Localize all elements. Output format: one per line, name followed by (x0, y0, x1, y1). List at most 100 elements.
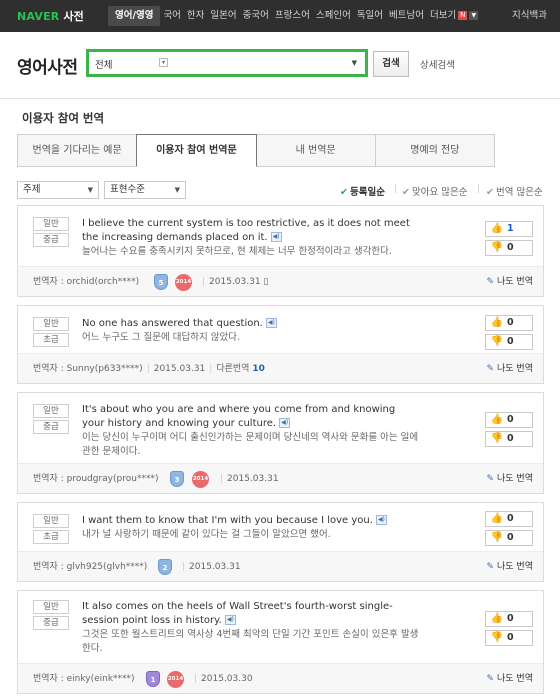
me-too-label: 나도 번역 (497, 474, 533, 484)
autocomplete-toggle-icon[interactable]: ▼ (352, 59, 357, 67)
thumbs-down-button[interactable]: 👎 0 (485, 530, 533, 546)
english-sentence[interactable]: I want them to know that I'm with you be… (82, 514, 417, 528)
nav-item-french[interactable]: 프랑스어 (272, 6, 313, 26)
search-input[interactable] (177, 55, 337, 71)
tab-user-translations[interactable]: 이용자 참여 번역문 (136, 134, 257, 167)
entry-footer: 번역자 : proudgray(prou****) 3 2014 | 2015.0… (18, 463, 543, 493)
search-button[interactable]: 검색 (373, 51, 409, 77)
speaker-icon[interactable]: ◀) (265, 318, 277, 328)
thumbs-up-button[interactable]: 👍 0 (485, 611, 533, 627)
thumbs-up-count: 0 (507, 513, 514, 524)
sort-by-date[interactable]: ✔ 등록일순 (340, 184, 385, 198)
me-too-label: 나도 번역 (497, 364, 533, 374)
translator-id[interactable]: proudgray(prou****) (67, 474, 159, 484)
thumbs-up-button[interactable]: 👍 0 (485, 315, 533, 331)
nav-item-spanish[interactable]: 스페인어 (313, 6, 354, 26)
me-too-translate-button[interactable]: ✎ 나도 번역 (486, 354, 533, 384)
tab-my-translations[interactable]: 내 번역문 (255, 134, 376, 167)
sort-by-likes[interactable]: ✔ 맞아요 많은순 (402, 184, 467, 198)
me-too-translate-button[interactable]: ✎ 나도 번역 (486, 267, 533, 297)
nav-item-more[interactable]: 더보기 N ▼ (427, 6, 481, 26)
speaker-icon[interactable]: ◀) (270, 232, 282, 242)
translator-label: 번역자 : (33, 674, 67, 684)
thumbs-down-count: 0 (507, 336, 514, 347)
me-too-translate-button[interactable]: ✎ 나도 번역 (486, 464, 533, 494)
sort-likes-label: 맞아요 많은순 (411, 187, 468, 198)
category-badge: 일반 (33, 404, 69, 418)
thumbs-down-button[interactable]: 👎 0 (485, 334, 533, 350)
sort-divider: | (394, 184, 398, 194)
thumbs-down-icon: 👎 (490, 433, 504, 444)
nav-item-english[interactable]: 영어/영영 (108, 6, 161, 26)
translator-id[interactable]: einky(eink****) (67, 674, 135, 684)
translation-entry: 일반 초급 No one has answered that question.… (17, 305, 544, 384)
nav-item-chinese[interactable]: 중국어 (240, 6, 272, 26)
entry-footer: 번역자 : orchid(orch****) 5 2014 | 2015.03.3… (18, 266, 543, 296)
level-filter-select[interactable]: 표현수준 ▼ (104, 181, 186, 199)
speaker-icon[interactable]: ◀) (279, 418, 291, 428)
thumbs-up-button[interactable]: 👍 1 (485, 221, 533, 237)
translator-id[interactable]: glvh925(glvh****) (67, 562, 148, 572)
thumbs-up-count: 0 (507, 613, 514, 624)
sort-by-translations[interactable]: ✔ 번역 많은순 (486, 184, 543, 198)
chevron-down-icon: ▼ (174, 186, 180, 194)
thumbs-up-icon: 👍 (490, 513, 504, 524)
nav-item-german[interactable]: 독일어 (354, 6, 386, 26)
tab-hall-of-fame[interactable]: 명예의 전당 (374, 134, 495, 167)
english-sentence[interactable]: I believe the current system is too rest… (82, 217, 417, 245)
page-title: 영어사전 (17, 58, 78, 78)
entry-footer: 번역자 : einky(eink****) 1 2014 | 2015.03.30… (18, 663, 543, 693)
other-translations-count[interactable]: 10 (252, 364, 265, 374)
nav-more-label: 더보기 (430, 10, 457, 21)
other-translations-label[interactable]: 다른번역 (216, 364, 249, 374)
korean-translation: 그것은 또한 월스트리트의 역사상 4번째 최악의 단일 기간 포인트 손실이 … (82, 629, 419, 654)
thumbs-up-icon: 👍 (490, 613, 504, 624)
nav-item-vietnamese[interactable]: 베트남어 (386, 6, 427, 26)
english-sentence-text: I want them to know that I'm with you be… (82, 515, 373, 526)
tab-waiting-sentences[interactable]: 번역을 기다리는 예문 (17, 134, 138, 167)
entry-date: 2015.03.31 (227, 474, 279, 484)
thumbs-down-button[interactable]: 👎 0 (485, 630, 533, 646)
entry-date-wrap: | 2015.03.31 ▯ (202, 277, 269, 287)
sort-translations-label: 번역 많은순 (495, 187, 543, 198)
subject-filter-label: 주제 (23, 184, 41, 195)
nav-item-hanja[interactable]: 한자 (184, 6, 207, 26)
thumbs-down-button[interactable]: 👎 0 (485, 240, 533, 256)
translator-info: 번역자 : einky(eink****) (33, 664, 135, 694)
translation-entry: 일반 중급 It also comes on the heels of Wall… (17, 590, 544, 694)
translator-id[interactable]: orchid(orch****) (67, 277, 140, 287)
advanced-search-link[interactable]: 상세검색 (420, 57, 455, 71)
grade-badge-icon: 5 (154, 274, 168, 290)
translator-id[interactable]: Sunny(p633****) (67, 364, 143, 374)
scope-dropdown-icon[interactable]: ▾ (159, 58, 168, 67)
speaker-icon[interactable]: ◀) (224, 615, 236, 625)
me-too-translate-button[interactable]: ✎ 나도 번역 (486, 664, 533, 694)
korean-translation: 어느 누구도 그 질문에 대답하지 않았다. (82, 332, 240, 343)
brand-sub: 사전 (63, 10, 84, 23)
naver-dictionary-logo[interactable]: NAVER 사전 (17, 8, 84, 24)
top-nav-bar: NAVER 사전 영어/영영 국어 한자 일본어 중국어 프랑스어 스페인어 독… (0, 0, 560, 32)
me-too-label: 나도 번역 (497, 674, 533, 684)
grade-badge-icon: 1 (146, 671, 160, 687)
me-too-translate-button[interactable]: ✎ 나도 번역 (486, 552, 533, 582)
nav-item-korean[interactable]: 국어 (160, 6, 183, 26)
nav-knowledge-link[interactable]: 지식백과 (512, 6, 547, 26)
thumbs-down-count: 0 (507, 242, 514, 253)
english-sentence[interactable]: No one has answered that question. ◀) (82, 317, 417, 331)
thumbs-down-button[interactable]: 👎 0 (485, 431, 533, 447)
speaker-icon[interactable]: ◀) (375, 515, 387, 525)
search-scope-select[interactable]: 전체 (95, 57, 112, 71)
dictionary-nav: 영어/영영 국어 한자 일본어 중국어 프랑스어 스페인어 독일어 베트남어 더… (108, 6, 481, 26)
nav-item-japanese[interactable]: 일본어 (207, 6, 239, 26)
level-badge: 초급 (33, 530, 69, 544)
award-badge-icon: 2014 (167, 671, 184, 688)
thumbs-up-button[interactable]: 👍 0 (485, 412, 533, 428)
thumbs-up-button[interactable]: 👍 0 (485, 511, 533, 527)
english-sentence[interactable]: It also comes on the heels of Wall Stree… (82, 600, 417, 628)
chevron-down-icon: ▼ (469, 11, 479, 20)
subject-filter-select[interactable]: 주제 ▼ (17, 181, 99, 199)
award-badge-icon: 2014 (175, 274, 192, 291)
english-sentence[interactable]: It's about who you are and where you com… (82, 403, 417, 431)
translation-entry: 일반 중급 It's about who you are and where y… (17, 392, 544, 494)
thumbs-down-count: 0 (507, 433, 514, 444)
